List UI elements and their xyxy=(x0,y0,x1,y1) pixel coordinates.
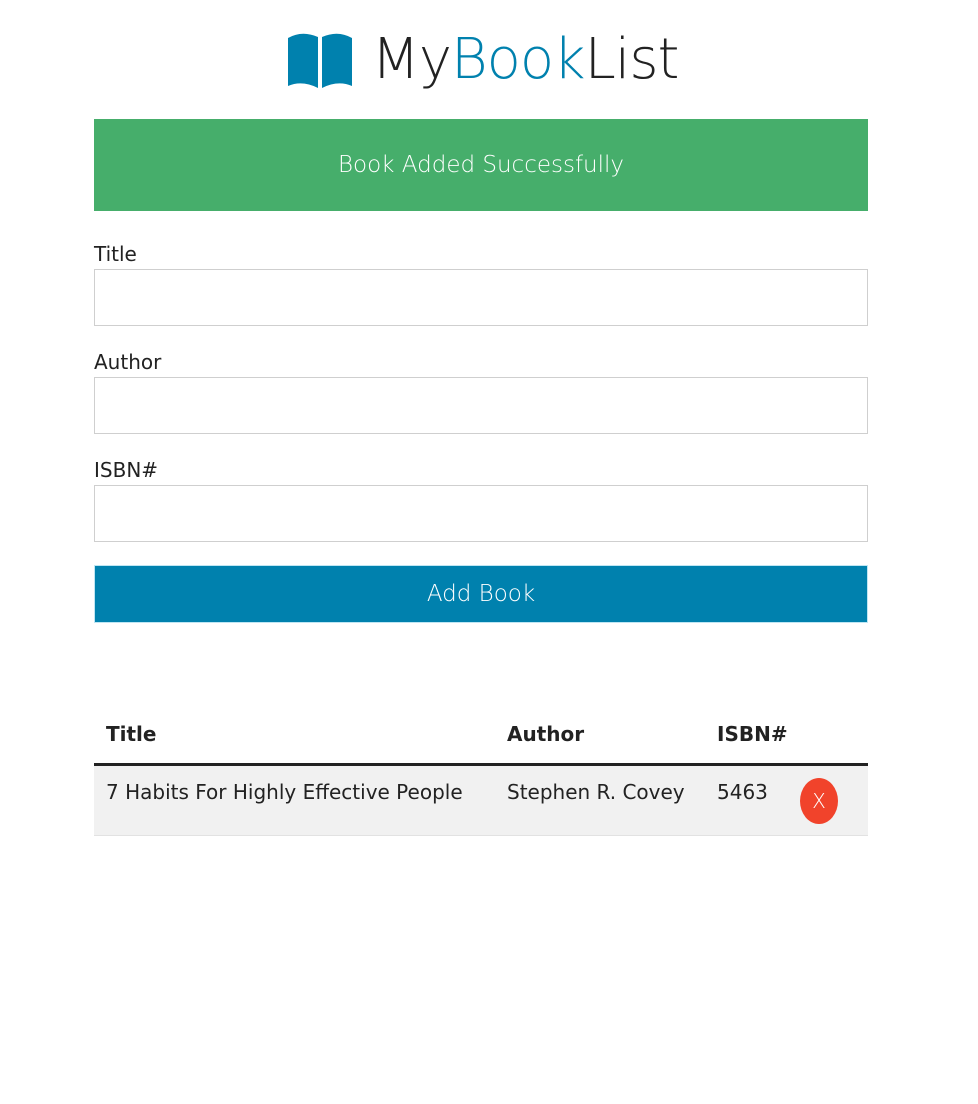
author-field: Author xyxy=(94,349,868,434)
isbn-label: ISBN# xyxy=(94,458,159,482)
column-header-isbn: ISBN# xyxy=(705,705,800,766)
book-form: Title Author ISBN# Add Book xyxy=(94,241,868,623)
table-row: 7 Habits For Highly Effective People Ste… xyxy=(94,764,868,836)
title-label: Title xyxy=(94,242,137,266)
header: MyBookList xyxy=(94,0,868,119)
delete-book-button[interactable]: X xyxy=(800,778,838,824)
brand-part-list: List xyxy=(584,26,680,92)
book-author-cell: Stephen R. Covey xyxy=(495,764,705,836)
add-book-button-label: Add Book xyxy=(426,581,536,607)
title-input[interactable] xyxy=(94,269,868,326)
isbn-field: ISBN# xyxy=(94,457,868,542)
title-field: Title xyxy=(94,241,868,326)
brand-part-book: Book xyxy=(450,26,586,92)
delete-cell: X xyxy=(800,764,868,836)
column-header-actions xyxy=(800,705,868,766)
app-container: MyBookList Book Added Successfully Title… xyxy=(94,0,868,836)
add-book-button[interactable]: Add Book xyxy=(94,565,868,623)
book-table: Title Author ISBN# 7 Habits For Highly E… xyxy=(94,705,868,836)
table-header-row: Title Author ISBN# xyxy=(94,705,868,766)
open-book-icon xyxy=(287,33,352,88)
success-alert-text: Book Added Successfully xyxy=(337,152,625,178)
author-label: Author xyxy=(94,350,162,374)
delete-button-label: X xyxy=(812,789,826,813)
column-header-author: Author xyxy=(495,705,705,766)
isbn-input[interactable] xyxy=(94,485,868,542)
author-input[interactable] xyxy=(94,377,868,434)
app-title: MyBookList xyxy=(372,31,680,88)
brand-part-my: My xyxy=(371,26,452,92)
book-title-cell: 7 Habits For Highly Effective People xyxy=(94,764,495,836)
success-alert: Book Added Successfully xyxy=(94,119,868,211)
column-header-title: Title xyxy=(94,705,495,766)
book-isbn-cell: 5463 xyxy=(705,764,800,836)
